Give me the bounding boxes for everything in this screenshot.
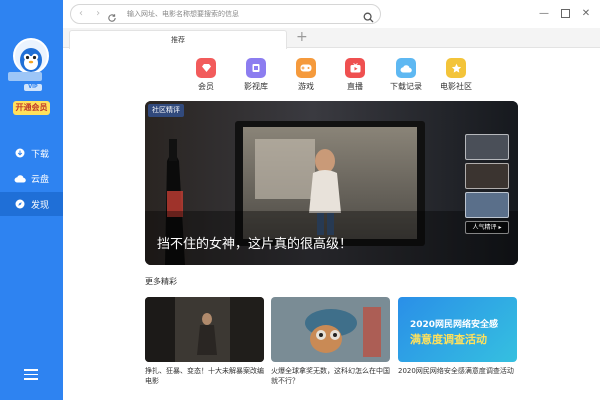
hero-thumbnail[interactable] bbox=[465, 192, 509, 218]
open-vip-button[interactable]: 开通会员 bbox=[13, 101, 50, 115]
hero-banner[interactable]: 社区精评 人气精评 ▸ 挡不住的女神，这片真的很高级！ bbox=[145, 101, 518, 265]
sidebar-item-cloud[interactable]: 云盘 bbox=[0, 166, 63, 190]
content-card[interactable]: 2020网民网络安全感 满意度调查活动 2020网民网络安全感满意度调查活动 bbox=[398, 297, 517, 386]
film-icon bbox=[246, 58, 266, 78]
popular-reviews-button[interactable]: 人气精评 ▸ bbox=[465, 221, 509, 234]
new-tab-icon[interactable]: + bbox=[296, 28, 308, 46]
card-thumbnail: 2020网民网络安全感 满意度调查活动 bbox=[398, 297, 517, 362]
quick-link-games[interactable]: 游戏 bbox=[286, 58, 326, 92]
more-section-title: 更多精彩 bbox=[145, 277, 177, 286]
card-thumbnail bbox=[145, 297, 264, 362]
compass-icon bbox=[14, 198, 26, 210]
card-caption: 2020网民网络安全感满意度调查活动 bbox=[398, 367, 514, 375]
close-icon[interactable]: ✕ bbox=[579, 6, 593, 20]
avatar[interactable] bbox=[13, 38, 49, 74]
sidebar-item-discover[interactable]: 发现 bbox=[0, 192, 63, 216]
hero-title[interactable]: 挡不住的女神，这片真的很高级！ bbox=[157, 237, 352, 253]
sidebar-item-label: 下载 bbox=[31, 149, 50, 160]
quick-link-download-history[interactable]: 下载记录 bbox=[386, 58, 426, 92]
sidebar-item-label: 云盘 bbox=[31, 174, 50, 185]
cloud-download-icon bbox=[396, 58, 416, 78]
quick-link-label: 电影社区 bbox=[440, 82, 472, 91]
app-window: VIP 开通会员 下载 云盘 发现 ‹ › 输入网址、电影名称想要搜索的信息 —… bbox=[0, 0, 600, 400]
card-caption: 火爆全球拿奖无数，这科幻怎么在中国就不行？ bbox=[271, 367, 390, 385]
vip-badge: VIP bbox=[24, 84, 42, 91]
back-forward-icon[interactable]: ‹ › bbox=[79, 8, 105, 19]
quick-link-live[interactable]: 直播 bbox=[335, 58, 375, 92]
quick-link-label: 下载记录 bbox=[390, 82, 422, 91]
username-redacted bbox=[8, 72, 42, 81]
refresh-icon[interactable] bbox=[107, 8, 119, 22]
hero-thumbnail[interactable] bbox=[465, 163, 509, 189]
sidebar-item-label: 发现 bbox=[31, 200, 50, 211]
gamepad-icon bbox=[296, 58, 316, 78]
quick-link-film-library[interactable]: 影视库 bbox=[236, 58, 276, 92]
search-input[interactable]: 输入网址、电影名称想要搜索的信息 bbox=[127, 8, 239, 20]
sidebar: VIP 开通会员 下载 云盘 发现 bbox=[0, 0, 63, 400]
hero-thumbnail[interactable] bbox=[465, 134, 509, 160]
quick-link-vip[interactable]: 会员 bbox=[186, 58, 226, 92]
quick-link-label: 直播 bbox=[347, 82, 363, 91]
tv-icon bbox=[345, 58, 365, 78]
sidebar-item-download[interactable]: 下载 bbox=[0, 141, 63, 165]
download-icon bbox=[14, 147, 26, 159]
star-icon bbox=[446, 58, 466, 78]
tab-strip: 推荐 + bbox=[63, 28, 600, 49]
card-thumbnail bbox=[271, 297, 390, 362]
quick-link-label: 游戏 bbox=[298, 82, 314, 91]
card-caption: 挣扎、狂暴、变态！十大未解暴案改编电影 bbox=[145, 367, 264, 385]
banner-line-2: 满意度调查活动 bbox=[410, 333, 487, 346]
menu-icon[interactable] bbox=[24, 369, 38, 380]
tab-recommend[interactable]: 推荐 bbox=[69, 30, 287, 49]
banner-line-1: 2020网民网络安全感 bbox=[410, 320, 499, 330]
minimize-icon[interactable]: — bbox=[537, 6, 551, 20]
hero-tag: 社区精评 bbox=[148, 104, 184, 117]
search-icon[interactable] bbox=[363, 8, 375, 23]
content-card[interactable]: 挣扎、狂暴、变态！十大未解暴案改编电影 bbox=[145, 297, 264, 386]
content-card[interactable]: 火爆全球拿奖无数，这科幻怎么在中国就不行？ bbox=[271, 297, 390, 386]
address-search-bar[interactable]: ‹ › 输入网址、电影名称想要搜索的信息 bbox=[70, 4, 381, 24]
maximize-icon[interactable] bbox=[558, 6, 572, 20]
quick-link-label: 会员 bbox=[198, 82, 214, 91]
quick-link-label: 影视库 bbox=[244, 82, 268, 91]
diamond-icon bbox=[196, 58, 216, 78]
quick-link-movie-community[interactable]: 电影社区 bbox=[436, 58, 476, 92]
cloud-icon bbox=[14, 172, 26, 184]
